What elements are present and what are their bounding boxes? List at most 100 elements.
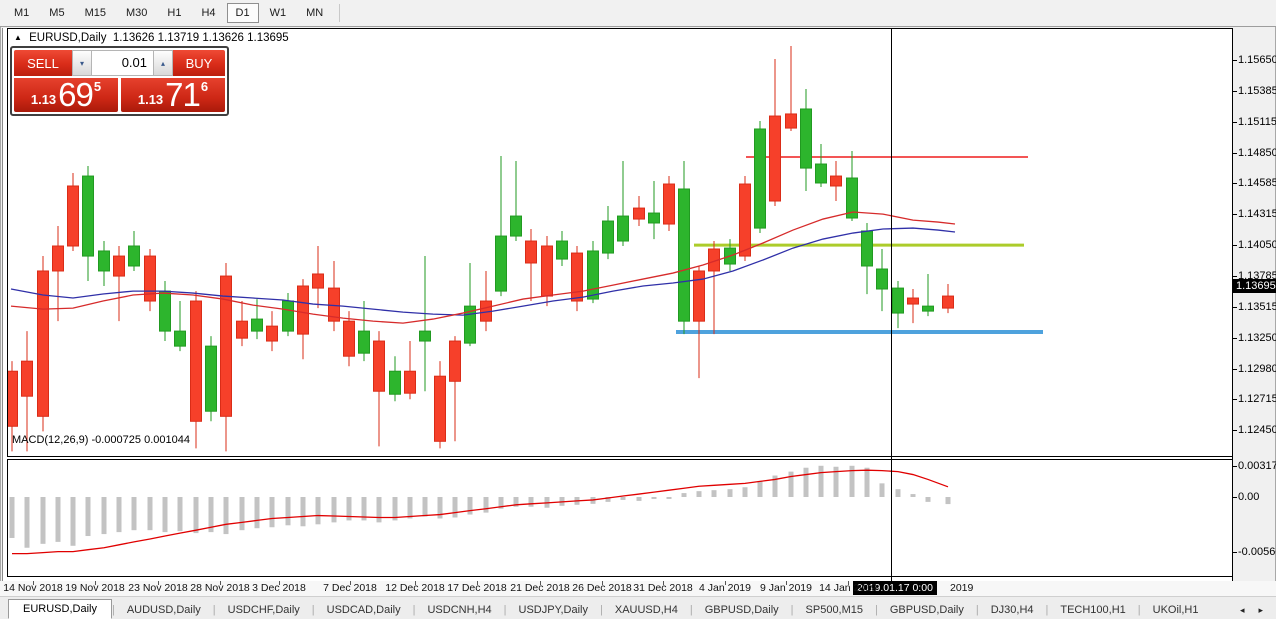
candle[interactable] — [923, 274, 934, 316]
candle[interactable] — [99, 241, 110, 286]
candle[interactable] — [83, 166, 94, 281]
buy-price-button[interactable]: 1.13 71 6 — [121, 78, 225, 112]
candle[interactable] — [160, 281, 171, 341]
timeframe-button-h4[interactable]: H4 — [192, 3, 224, 23]
price-axis-label: 1.12450 — [1238, 424, 1276, 436]
timeframe-button-d1[interactable]: D1 — [227, 3, 259, 23]
tabs-scroll-right-icon[interactable]: ▸ — [1251, 605, 1270, 616]
candle[interactable] — [557, 231, 568, 266]
volume-increase-button[interactable]: ▴ — [153, 50, 173, 76]
candle[interactable] — [862, 223, 873, 294]
candle[interactable] — [359, 301, 370, 361]
candle[interactable] — [572, 246, 583, 311]
macd-axis-label: 0.003177 — [1238, 460, 1276, 472]
chart-tab-usdchf-daily[interactable]: USDCHF,Daily — [216, 601, 312, 619]
chart-tab-usdjpy-daily[interactable]: USDJPY,Daily — [507, 601, 601, 619]
candle[interactable] — [191, 291, 202, 448]
ohlc-values: 1.13626 1.13719 1.13626 1.13695 — [113, 32, 289, 44]
macd-histogram-bar — [408, 497, 413, 518]
macd-histogram-bar — [789, 472, 794, 497]
sell-button[interactable]: SELL — [14, 50, 72, 76]
volume-input[interactable]: 0.01 — [92, 50, 153, 76]
timeframe-button-m5[interactable]: M5 — [40, 3, 73, 23]
candle[interactable] — [114, 246, 125, 321]
candle[interactable] — [38, 256, 49, 431]
candle[interactable] — [420, 256, 431, 391]
candle[interactable] — [893, 281, 904, 328]
macd-axis-label: -0.005667 — [1238, 546, 1276, 558]
timeframe-button-m30[interactable]: M30 — [117, 3, 156, 23]
candle[interactable] — [374, 331, 385, 446]
candle[interactable] — [511, 161, 522, 241]
candle[interactable] — [786, 46, 797, 131]
candle[interactable] — [450, 336, 461, 441]
candle[interactable] — [405, 341, 416, 399]
candle[interactable] — [175, 301, 186, 351]
chart-tab-usdcnh-h4[interactable]: USDCNH,H4 — [415, 601, 503, 619]
chart-tab-ukoil-h1[interactable]: UKOil,H1 — [1141, 601, 1211, 619]
candle[interactable] — [877, 249, 888, 311]
candle[interactable] — [634, 196, 645, 226]
volume-decrease-button[interactable]: ▾ — [72, 50, 92, 76]
chart-tab-xauusd-h4[interactable]: XAUUSD,H4 — [603, 601, 690, 619]
macd-histogram-bar — [10, 497, 15, 538]
timeframe-button-w1[interactable]: W1 — [261, 3, 296, 23]
chart-tab-tech100-h1[interactable]: TECH100,H1 — [1048, 601, 1137, 619]
candle[interactable] — [694, 266, 705, 378]
candle[interactable] — [709, 241, 720, 334]
candle[interactable] — [847, 151, 858, 221]
candle[interactable] — [313, 246, 324, 308]
candle[interactable] — [603, 206, 614, 259]
candle[interactable] — [267, 311, 278, 351]
chart-tab-dj30-h4[interactable]: DJ30,H4 — [979, 601, 1046, 619]
chart-tab-eurusd-daily[interactable]: EURUSD,Daily — [8, 599, 112, 619]
chart-tab-gbpusd-daily[interactable]: GBPUSD,Daily — [878, 601, 976, 619]
candle[interactable] — [465, 263, 476, 346]
chart-tab-sp500-m15[interactable]: SP500,M15 — [794, 601, 875, 619]
timeframe-toolbar: M1M5M15M30H1H4D1W1MN — [0, 0, 1276, 27]
macd-chart[interactable] — [8, 460, 1233, 576]
candle[interactable] — [68, 173, 79, 251]
price-axis-tick — [1232, 153, 1237, 154]
sell-price-button[interactable]: 1.13 69 5 — [14, 78, 118, 112]
candle[interactable] — [435, 361, 446, 448]
chart-tab-audusd-daily[interactable]: AUDUSD,Daily — [115, 601, 213, 619]
candle[interactable] — [816, 144, 827, 187]
candle[interactable] — [801, 89, 812, 191]
macd-histogram-bar — [56, 497, 61, 542]
timeframe-button-mn[interactable]: MN — [297, 3, 332, 23]
macd-histogram-bar — [117, 497, 122, 532]
timeframe-button-m1[interactable]: M1 — [5, 3, 38, 23]
chart-tab-usdcad-daily[interactable]: USDCAD,Daily — [315, 601, 413, 619]
candle[interactable] — [664, 176, 675, 231]
candle[interactable] — [755, 121, 766, 233]
buy-button[interactable]: BUY — [173, 50, 225, 76]
candle[interactable] — [618, 161, 629, 246]
candle[interactable] — [390, 356, 401, 401]
macd-pane[interactable] — [7, 460, 1233, 577]
candle[interactable] — [908, 289, 919, 323]
chart-tab-gbpusd-daily[interactable]: GBPUSD,Daily — [693, 601, 791, 619]
candle[interactable] — [129, 231, 140, 271]
candle[interactable] — [206, 336, 217, 421]
candle[interactable] — [329, 261, 340, 331]
candle[interactable] — [770, 59, 781, 206]
candle[interactable] — [237, 301, 248, 346]
timeframe-button-h1[interactable]: H1 — [158, 3, 190, 23]
candle[interactable] — [679, 161, 690, 334]
candle[interactable] — [298, 279, 309, 359]
candle[interactable] — [481, 271, 492, 331]
candle[interactable] — [221, 263, 232, 451]
timeframe-button-m15[interactable]: M15 — [76, 3, 115, 23]
candle[interactable] — [53, 226, 64, 321]
collapse-triangle-icon[interactable]: ▲ — [14, 33, 22, 42]
candle[interactable] — [649, 181, 660, 239]
candle[interactable] — [526, 229, 537, 301]
candle[interactable] — [145, 249, 156, 311]
candle[interactable] — [831, 161, 842, 201]
candle[interactable] — [496, 156, 507, 296]
macd-axis-tick — [1232, 466, 1237, 467]
macd-histogram-bar — [819, 466, 824, 497]
candle[interactable] — [943, 284, 954, 313]
tabs-scroll-left-icon[interactable]: ◂ — [1233, 605, 1252, 616]
